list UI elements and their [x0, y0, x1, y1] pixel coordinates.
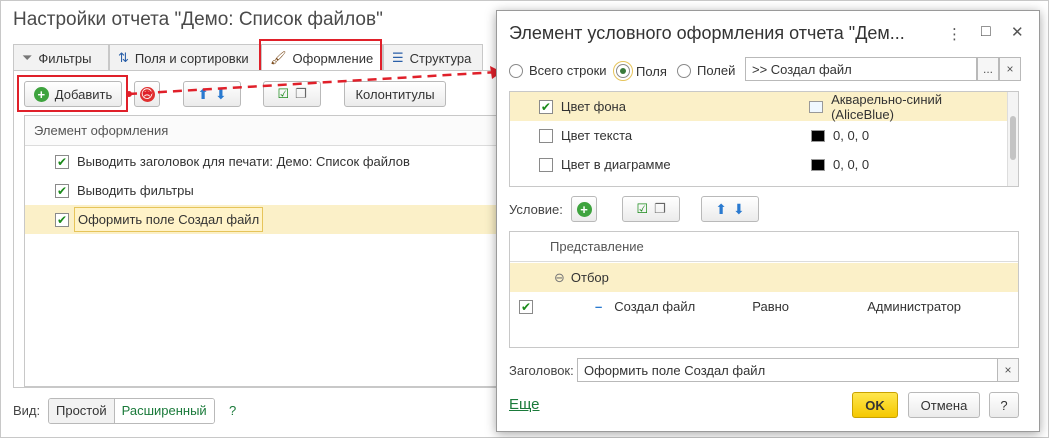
appearance-row[interactable]: ✔ Цвет фона Акварельно-синий (AliceBlue)	[510, 91, 1007, 122]
appearance-value: Акварельно-синий (AliceBlue)	[831, 91, 943, 122]
condition-value: Администратор	[867, 299, 962, 314]
radio-circle	[509, 63, 523, 78]
maximize-icon[interactable]: □	[981, 23, 991, 41]
condition-operator: Равно	[752, 299, 790, 314]
move-up-icon[interactable]: ⬆	[715, 201, 727, 218]
view-extended-button[interactable]: Расширенный	[114, 399, 214, 423]
page-title: Настройки отчета "Демо: Список файлов"	[13, 9, 383, 30]
color-swatch	[809, 100, 824, 113]
appearance-name: Цвет фона	[560, 99, 626, 114]
condition-grid-header: Представление	[510, 232, 1018, 262]
radio-label: Полей	[697, 63, 736, 78]
row-checkbox[interactable]: ✔	[55, 183, 69, 198]
condition-group-row[interactable]: ⊖ Отбор	[510, 263, 1018, 292]
condition-label: Условие:	[509, 202, 563, 217]
color-swatch	[811, 158, 825, 171]
conditional-appearance-dialog: Элемент условного оформления отчета "Дем…	[496, 10, 1040, 432]
row-checkbox[interactable]: ✔	[539, 99, 553, 114]
row-checkbox[interactable]: ✔	[55, 212, 69, 227]
grid-header: Элемент оформления	[25, 116, 499, 146]
ok-button[interactable]: OK	[852, 392, 898, 418]
row-checkbox[interactable]	[539, 157, 553, 172]
condition-move-group: ⬆ ⬇	[701, 196, 759, 222]
radio-circle	[677, 63, 691, 78]
appearance-name: Цвет в диаграмме	[561, 157, 671, 172]
add-icon: +	[576, 201, 592, 217]
annotation-arrow	[126, 66, 502, 97]
appearance-row[interactable]: Цвет текста 0, 0, 0	[510, 121, 1007, 150]
row-checkbox[interactable]	[539, 128, 553, 143]
view-switch: Простой Расширенный	[48, 398, 215, 424]
help-link[interactable]: ?	[229, 403, 236, 418]
tab-label: Фильтры	[38, 50, 92, 66]
row-label: Выводить фильтры	[77, 183, 194, 198]
list-item[interactable]: ✔ Выводить фильтры	[25, 176, 499, 205]
appearance-value: 0, 0, 0	[833, 157, 870, 172]
move-down-icon[interactable]: ⬇	[733, 201, 745, 218]
radio-fields[interactable]: Поля	[610, 59, 673, 83]
view-simple-button[interactable]: Простой	[49, 399, 115, 423]
tab-filters[interactable]: ⏷ Фильтры	[13, 44, 109, 71]
fields-clear-button[interactable]: ×	[999, 57, 1021, 81]
appearance-value: 0, 0, 0	[833, 128, 870, 143]
appearance-items-grid: Элемент оформления ✔ Выводить заголовок …	[24, 115, 499, 387]
radio-label: Поля	[636, 63, 667, 79]
row-checkbox[interactable]: ✔	[55, 154, 69, 169]
add-condition-button[interactable]: +	[571, 196, 597, 222]
condition-grid: Представление ⊖ Отбор ✔ – Создал файл Ра…	[509, 231, 1019, 348]
color-swatch	[811, 129, 825, 142]
appearance-name: Цвет текста	[561, 128, 633, 143]
scrollbar-thumb[interactable]	[1010, 116, 1016, 160]
annotation-add-highlight	[17, 75, 128, 112]
condition-check-group: ☑ ❐	[622, 196, 680, 222]
list-item[interactable]: ✔ Выводить заголовок для печати: Демо: С…	[25, 147, 499, 176]
help-button[interactable]: ?	[989, 392, 1019, 418]
check-all-icon[interactable]: ☑	[636, 201, 648, 217]
scrollbar[interactable]	[1007, 92, 1018, 186]
caption-input[interactable]: Оформить поле Создал файл	[577, 358, 998, 382]
appearance-grid: ✔ Цвет фона Акварельно-синий (AliceBlue)…	[509, 91, 1019, 187]
list-item-selected[interactable]: ✔ Оформить поле Создал файл	[25, 205, 499, 234]
condition-field: Создал файл	[614, 299, 696, 314]
fields-input[interactable]: >> Создал файл	[745, 57, 977, 81]
row-label: Выводить заголовок для печати: Демо: Спи…	[77, 154, 410, 169]
view-label: Вид:	[13, 403, 41, 418]
caption-label: Заголовок:	[509, 363, 574, 378]
radio-label: Всего строки	[529, 63, 607, 78]
menu-icon[interactable]: ⋮	[947, 25, 962, 43]
condition-row[interactable]: ✔ – Создал файл Равно Администратор	[510, 292, 1018, 321]
dialog-title: Элемент условного оформления отчета "Дем…	[509, 23, 905, 43]
more-link[interactable]: Еще	[509, 396, 540, 413]
close-icon[interactable]: ✕	[1011, 23, 1024, 41]
appearance-row[interactable]: Цвет в диаграмме 0, 0, 0	[510, 150, 1007, 179]
condition-item-icon: –	[595, 299, 603, 314]
uncheck-all-icon[interactable]: ❐	[654, 201, 666, 217]
radio-fields-of[interactable]: Полей	[677, 63, 735, 78]
collapse-icon[interactable]: ⊖	[554, 270, 565, 286]
radio-all-rows[interactable]: Всего строки	[509, 63, 607, 78]
cancel-button[interactable]: Отмена	[908, 392, 980, 418]
fields-more-button[interactable]: ...	[977, 57, 999, 81]
caption-clear-button[interactable]: ×	[997, 358, 1019, 382]
group-label: Отбор	[570, 270, 609, 285]
row-label: Оформить поле Создал файл	[74, 207, 264, 232]
radio-circle-selected	[613, 61, 633, 81]
filter-icon: ⏷	[22, 50, 33, 65]
row-checkbox[interactable]: ✔	[519, 299, 533, 314]
